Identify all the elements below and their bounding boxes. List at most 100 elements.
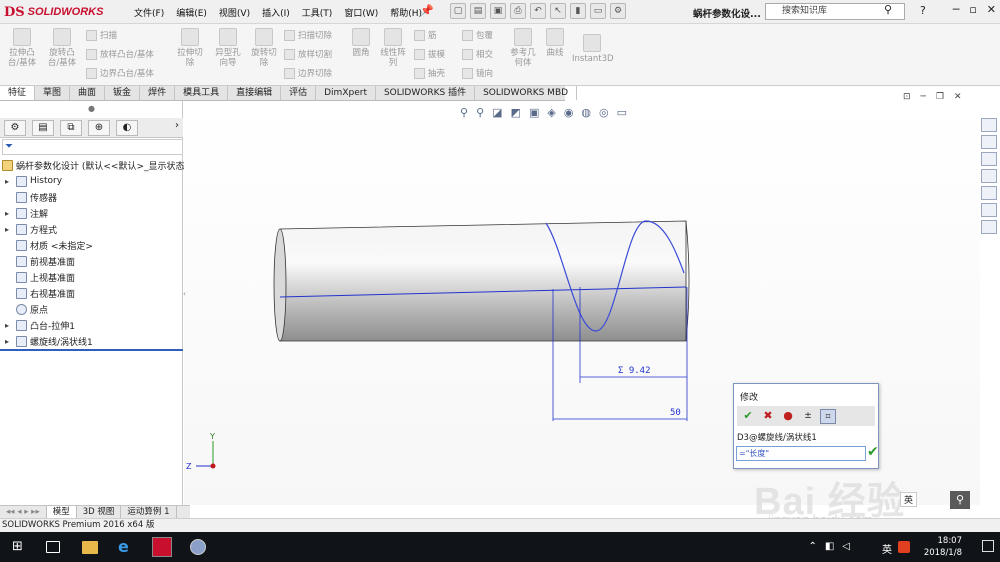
new-icon[interactable]: ▢ (450, 3, 466, 19)
wrap-button[interactable]: 包覆 (462, 29, 493, 41)
tree-item-history[interactable]: ▸ History (5, 174, 62, 188)
dimxpert-manager-icon[interactable]: ⊕ (88, 120, 110, 136)
extrude-cut-button[interactable]: 拉伸切 除 (172, 28, 208, 68)
sweep-cut-button[interactable]: 扫描切除 (284, 29, 332, 41)
revolve-boss-button[interactable]: 旋转凸 台/基体 (44, 28, 80, 68)
close-icon[interactable]: ✕ (987, 3, 996, 16)
tab-sheet-metal[interactable]: 钣金 (105, 86, 141, 100)
file-explorer-icon[interactable] (981, 152, 997, 166)
taskbar-clock[interactable]: 18:07 2018/1/8 (924, 535, 962, 559)
undo-icon[interactable]: ↶ (530, 3, 546, 19)
panel-splitter-handle[interactable]: ‹ (183, 290, 186, 298)
spin-increment-icon[interactable]: ± (800, 409, 816, 424)
tree-item-helix1[interactable]: ▸ 螺旋线/涡状线1 (5, 334, 93, 348)
tray-chevron-icon[interactable]: ⌃ (808, 541, 816, 552)
tab-surfaces[interactable]: 曲面 (70, 86, 106, 100)
minimize-icon[interactable]: ─ (953, 3, 960, 16)
tree-filter-input[interactable]: ⏷ (2, 139, 183, 155)
rebuild-icon[interactable]: ▮ (570, 3, 586, 19)
tab-dimxpert[interactable]: DimXpert (316, 86, 376, 100)
tab-motion-study[interactable]: 运动算例 1 (121, 506, 177, 518)
mark-for-drawing-icon[interactable]: ⌗ (820, 408, 836, 424)
panel-collapse-handle[interactable]: ● (88, 104, 95, 113)
accept-value-check-icon[interactable]: ✔ (867, 445, 879, 459)
reference-geometry-button[interactable]: 参考几 何体 (506, 28, 540, 68)
curves-button[interactable]: 曲线 (542, 28, 568, 58)
boundary-boss-button[interactable]: 边界凸台/基体 (86, 67, 154, 79)
extrude-boss-button[interactable]: 拉伸凸 台/基体 (4, 28, 40, 68)
tree-item-equations[interactable]: ▸ 方程式 (5, 222, 57, 236)
hole-wizard-button[interactable]: 异型孔 向导 (210, 28, 246, 68)
windows-start-icon[interactable]: ⊞ (12, 539, 28, 555)
property-manager-icon[interactable]: ▤ (32, 120, 54, 136)
intersect-button[interactable]: 相交 (462, 48, 493, 60)
chevron-right-icon[interactable]: › (175, 120, 179, 135)
menu-view[interactable]: 视图(V) (219, 9, 250, 19)
tree-item-right-plane[interactable]: 右视基准面 (5, 286, 75, 300)
tree-item-top-plane[interactable]: 上视基准面 (5, 270, 75, 284)
tab-mbd[interactable]: SOLIDWORKS MBD (475, 86, 578, 100)
tab-model[interactable]: 模型 (46, 506, 77, 518)
worm-cylinder[interactable] (273, 220, 690, 342)
search-icon[interactable]: ⚲ (884, 3, 892, 16)
app-taskbar-icon[interactable] (190, 539, 206, 555)
sweep-button[interactable]: 扫描 (86, 29, 117, 41)
view-palette-icon[interactable] (981, 169, 997, 183)
tree-root[interactable]: 蜗杆参数化设计 (默认<<默认>_显示状态 (2, 158, 185, 172)
tab-weldments[interactable]: 焊件 (140, 86, 176, 100)
menu-insert[interactable]: 插入(I) (262, 9, 290, 19)
rebuild-traffic-light-icon[interactable]: ● (780, 409, 796, 424)
revolve-cut-button[interactable]: 旋转切 除 (246, 28, 282, 68)
resources-home-icon[interactable] (981, 118, 997, 132)
menu-tools[interactable]: 工具(T) (302, 9, 333, 19)
length-dimension[interactable]: 50 (670, 408, 681, 418)
instant3d-button[interactable]: Instant3D (572, 34, 614, 64)
tab-addins[interactable]: SOLIDWORKS 插件 (376, 86, 476, 100)
boundary-cut-button[interactable]: 边界切除 (284, 67, 332, 79)
menu-edit[interactable]: 编辑(E) (176, 9, 207, 19)
tab-evaluate[interactable]: 评估 (281, 86, 317, 100)
mirror-button[interactable]: 镜向 (462, 67, 493, 79)
notification-center-icon[interactable] (982, 540, 994, 552)
save-icon[interactable]: ▣ (490, 3, 506, 19)
appearances-icon[interactable] (981, 186, 997, 200)
configuration-manager-icon[interactable]: ⧉ (60, 120, 82, 136)
tab-3d-views[interactable]: 3D 视图 (77, 506, 122, 518)
ime-indicator[interactable]: 英 (882, 541, 892, 556)
edge-browser-icon[interactable]: e (118, 539, 134, 555)
network-icon[interactable]: ◧ (825, 541, 834, 552)
linear-pattern-button[interactable]: 线性阵 列 (378, 28, 408, 68)
ime-search-icon[interactable]: ⚲ (950, 491, 970, 509)
confirm-check-icon[interactable]: ✔ (740, 409, 756, 424)
tab-direct-editing[interactable]: 直接编辑 (228, 86, 282, 100)
tab-features[interactable]: 特征 (0, 86, 36, 100)
options-gear-icon[interactable]: ⚙ (610, 3, 626, 19)
forum-icon[interactable] (981, 220, 997, 234)
tab-scroll-arrows[interactable]: ◂◂ ◂ ▸ ▸▸ (0, 506, 47, 518)
loft-cut-button[interactable]: 放样切割 (284, 48, 332, 60)
pin-icon[interactable]: 📌 (420, 4, 434, 17)
design-library-icon[interactable] (981, 135, 997, 149)
file-properties-icon[interactable]: ▭ (590, 3, 606, 19)
feature-manager-icon[interactable]: ⚙ (4, 120, 26, 136)
fillet-button[interactable]: 圆角 (346, 28, 376, 58)
tab-sketch[interactable]: 草图 (35, 86, 71, 100)
shell-button[interactable]: 抽壳 (414, 67, 445, 79)
ime-sogou-icon[interactable] (898, 541, 910, 553)
print-icon[interactable]: ⎙ (510, 3, 526, 19)
rib-button[interactable]: 筋 (414, 29, 437, 41)
task-view-icon[interactable] (46, 541, 60, 553)
tree-item-sensors[interactable]: 传感器 (5, 190, 57, 204)
help-icon[interactable]: ? (920, 4, 926, 17)
solidworks-taskbar-icon[interactable] (152, 537, 172, 557)
rollback-bar[interactable] (0, 349, 183, 351)
tree-item-annotations[interactable]: ▸ 注解 (5, 206, 48, 220)
volume-icon[interactable]: ◁ (842, 541, 850, 552)
pitch-dimension[interactable]: Σ 9.42 (618, 366, 651, 376)
menu-window[interactable]: 窗口(W) (344, 9, 378, 19)
dimension-value-input[interactable]: ="长度" (736, 446, 866, 461)
tree-item-front-plane[interactable]: 前视基准面 (5, 254, 75, 268)
menu-help[interactable]: 帮助(H) (390, 9, 422, 19)
solidworks-logo[interactable]: DS SOLIDWORKS (4, 4, 103, 20)
file-explorer-taskbar-icon[interactable] (82, 541, 98, 554)
